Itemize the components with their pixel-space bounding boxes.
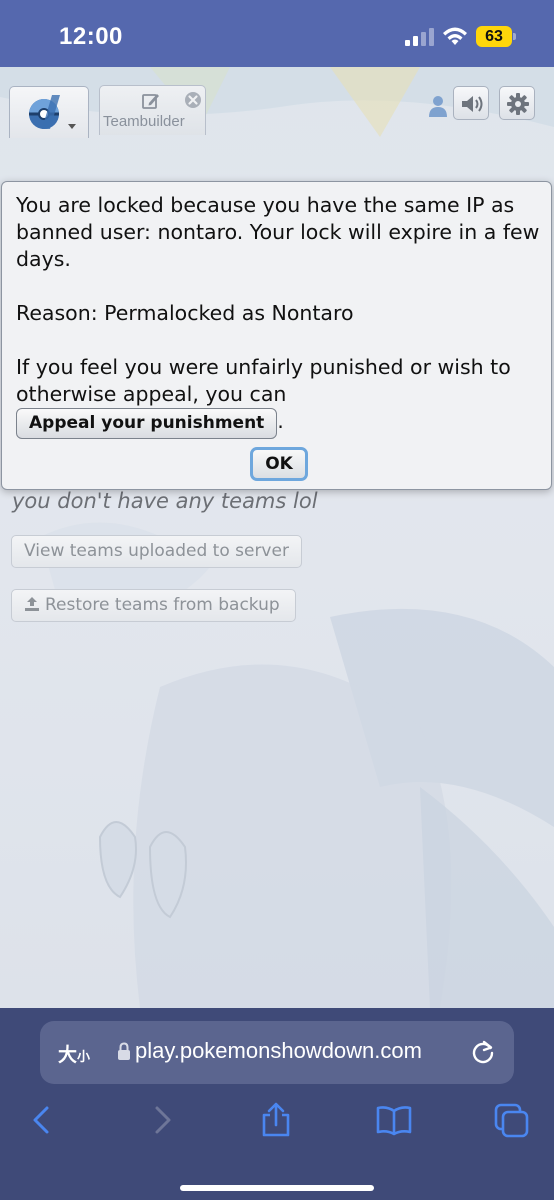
lock-icon (118, 1042, 130, 1060)
settings-button[interactable] (499, 86, 535, 120)
appeal-button[interactable]: Appeal your punishment (16, 408, 278, 439)
reload-icon[interactable] (470, 1039, 496, 1065)
ok-button[interactable]: OK (250, 447, 308, 481)
appeal-message: If you feel you were unfairly punished o… (16, 355, 511, 406)
view-teams-label: View teams uploaded to server (24, 541, 289, 561)
battery-icon: 63 (476, 26, 516, 47)
main-menu-tab[interactable] (9, 86, 89, 138)
tabs-icon[interactable] (493, 1102, 529, 1138)
wifi-icon (443, 27, 467, 45)
close-icon[interactable] (184, 91, 202, 109)
appeal-line: Appeal your punishment. (16, 408, 284, 440)
text-size-small: 小 (77, 1050, 91, 1065)
back-icon[interactable] (24, 1102, 60, 1138)
edit-icon (142, 94, 159, 109)
tab-label: Teambuilder (103, 113, 185, 130)
address-bar[interactable]: 大小 play.pokemonshowdown.com (40, 1021, 514, 1084)
url-text: play.pokemonshowdown.com (135, 1038, 422, 1063)
header: Teambuilder (0, 67, 554, 140)
appeal-period: . (277, 409, 284, 433)
signal-icon (405, 28, 434, 46)
bookmarks-icon[interactable] (376, 1102, 412, 1138)
home-indicator (180, 1185, 374, 1191)
logo-icon (29, 95, 76, 129)
lock-message: You are locked because you have the same… (16, 193, 540, 271)
lock-reason: Reason: Permalocked as Nontaro (16, 301, 354, 325)
tab-teambuilder[interactable]: Teambuilder (99, 85, 206, 135)
forward-icon[interactable] (144, 1102, 180, 1138)
view-teams-button[interactable]: View teams uploaded to server (11, 535, 302, 568)
text-size-large: 大 (58, 1044, 78, 1066)
share-icon[interactable] (258, 1102, 294, 1138)
battery-tip (513, 33, 516, 40)
empty-teams-message: you don't have any teams lol (12, 489, 318, 513)
safari-toolbar: 大小 play.pokemonshowdown.com (0, 1008, 554, 1200)
battery-level: 63 (476, 26, 512, 47)
restore-teams-button[interactable]: Restore teams from backup (11, 589, 296, 622)
upload-icon (25, 597, 39, 611)
lock-popup: You are locked because you have the same… (1, 181, 552, 490)
volume-icon (462, 96, 483, 112)
gear-icon (507, 93, 529, 115)
status-time: 12:00 (59, 23, 123, 50)
user-icon[interactable] (428, 94, 448, 118)
text-size-button[interactable]: 大小 (58, 1040, 90, 1067)
volume-button[interactable] (453, 86, 489, 120)
status-bar: 12:00 63 (0, 0, 554, 67)
popup-message: You are locked because you have the same… (16, 192, 540, 408)
restore-label: Restore teams from backup (45, 595, 280, 615)
